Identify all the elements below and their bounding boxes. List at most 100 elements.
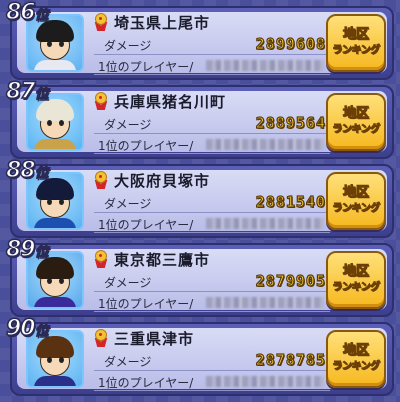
rank-number: 89位 (5, 237, 49, 263)
top-player-name-blurred (206, 297, 324, 308)
rank-number: 87位 (5, 79, 49, 105)
rank-value: 89 (5, 237, 36, 262)
top-player-label: 1位のプレイヤー/ (98, 139, 194, 153)
ranking-row-90: 90位 三重県津市 ダメージ 2878785 1位のプレイヤー/ 地区 ランキン… (5, 317, 394, 396)
avatar-eye (47, 199, 52, 205)
rank-value: 87 (5, 79, 36, 104)
ranking-row-89: 89位 東京都三鷹市 ダメージ 2879905 1位のプレイヤー/ 地区 ランキ… (5, 238, 394, 317)
area-ranking-button-line2: ランキング (332, 203, 381, 215)
row-content: 東京都三鷹市 ダメージ 2879905 1位のプレイヤー/ (94, 249, 330, 312)
area-ranking-button[interactable]: 地区 ランキング (326, 251, 386, 309)
avatar-shirt (34, 376, 76, 386)
damage-line: ダメージ 2899608 (94, 34, 330, 55)
row-content: 大阪府貝塚市 ダメージ 2881540 1位のプレイヤー/ (94, 170, 330, 233)
area-ranking-button[interactable]: 地区 ランキング (326, 93, 386, 151)
top-player-line: 1位のプレイヤー/ (94, 214, 330, 233)
area-ranking-button-line1: 地区 (342, 264, 369, 280)
top-player-name-blurred (206, 376, 324, 387)
top-player-label: 1位のプレイヤー/ (98, 218, 194, 232)
rank-suffix: 位 (34, 86, 49, 103)
damage-label: ダメージ (104, 197, 152, 211)
area-name: 三重県津市 (114, 329, 195, 348)
medal-icon (94, 171, 108, 189)
area-ranking-button-line2: ランキング (332, 124, 381, 136)
row-content: 三重県津市 ダメージ 2878785 1位のプレイヤー/ (94, 328, 330, 391)
area-title: 三重県津市 (94, 328, 194, 348)
medal-icon (94, 250, 108, 268)
top-player-line: 1位のプレイヤー/ (94, 293, 330, 312)
medal-icon (94, 13, 108, 31)
area-name: 兵庫県猪名川町 (114, 92, 227, 111)
damage-label: ダメージ (104, 276, 152, 290)
ranking-row-87: 87位 兵庫県猪名川町 ダメージ 2889564 1位のプレイヤー/ 地区 ラン… (5, 80, 394, 159)
damage-value: 2879905 (255, 271, 326, 290)
avatar-eye (59, 120, 64, 126)
area-ranking-button[interactable]: 地区 ランキング (326, 172, 386, 230)
ranking-row-88: 88位 大阪府貝塚市 ダメージ 2881540 1位のプレイヤー/ 地区 ランキ… (5, 159, 394, 238)
area-name: 埼玉県上尾市 (114, 13, 211, 32)
damage-line: ダメージ 2878785 (94, 350, 330, 371)
avatar-shirt (34, 60, 76, 70)
area-ranking-button-line1: 地区 (342, 185, 369, 201)
area-name: 大阪府貝塚市 (114, 171, 211, 190)
area-name: 東京都三鷹市 (114, 250, 211, 269)
rank-value: 90 (5, 316, 36, 341)
top-player-label: 1位のプレイヤー/ (98, 376, 194, 390)
damage-label: ダメージ (104, 355, 152, 369)
damage-value: 2899608 (255, 34, 326, 53)
avatar-eye (47, 41, 52, 47)
damage-line: ダメージ 2889564 (94, 113, 330, 134)
rank-number: 88位 (5, 158, 49, 184)
row-content: 兵庫県猪名川町 ダメージ 2889564 1位のプレイヤー/ (94, 91, 330, 154)
avatar-shirt (34, 218, 76, 228)
area-ranking-button[interactable]: 地区 ランキング (326, 330, 386, 388)
top-player-line: 1位のプレイヤー/ (94, 135, 330, 154)
avatar-eye (47, 120, 52, 126)
top-player-line: 1位のプレイヤー/ (94, 56, 330, 75)
top-player-line: 1位のプレイヤー/ (94, 372, 330, 391)
ranking-list: 86位 埼玉県上尾市 ダメージ 2899608 1位のプレイヤー/ 地区 ランキ… (0, 0, 400, 402)
top-player-name-blurred (206, 139, 324, 150)
area-ranking-button-line2: ランキング (332, 282, 381, 294)
damage-value: 2889564 (255, 113, 326, 132)
avatar-eye (47, 278, 52, 284)
rank-number: 86位 (5, 0, 49, 26)
area-ranking-button-line1: 地区 (342, 343, 369, 359)
avatar-eye (59, 278, 64, 284)
damage-line: ダメージ 2879905 (94, 271, 330, 292)
rank-suffix: 位 (34, 165, 49, 182)
area-ranking-button-line1: 地区 (342, 27, 369, 43)
row-content: 埼玉県上尾市 ダメージ 2899608 1位のプレイヤー/ (94, 12, 330, 75)
damage-label: ダメージ (104, 118, 152, 132)
damage-line: ダメージ 2881540 (94, 192, 330, 213)
damage-value: 2878785 (255, 350, 326, 369)
damage-label: ダメージ (104, 39, 152, 53)
avatar-eye (47, 357, 52, 363)
area-title: 大阪府貝塚市 (94, 170, 210, 190)
avatar-eye (59, 199, 64, 205)
avatar-shirt (34, 139, 76, 149)
area-ranking-button-line2: ランキング (332, 45, 381, 57)
medal-icon (94, 92, 108, 110)
medal-icon (94, 329, 108, 347)
top-player-name-blurred (206, 60, 324, 71)
avatar-eye (59, 41, 64, 47)
rank-value: 88 (5, 158, 36, 183)
rank-value: 86 (5, 0, 36, 25)
area-ranking-button-line2: ランキング (332, 361, 381, 373)
rank-suffix: 位 (34, 7, 49, 24)
area-title: 東京都三鷹市 (94, 249, 210, 269)
area-ranking-button-line1: 地区 (342, 106, 369, 122)
damage-value: 2881540 (255, 192, 326, 211)
top-player-label: 1位のプレイヤー/ (98, 297, 194, 311)
rank-suffix: 位 (34, 244, 49, 261)
rank-suffix: 位 (34, 323, 49, 340)
avatar-eye (59, 357, 64, 363)
rank-number: 90位 (5, 316, 49, 342)
top-player-name-blurred (206, 218, 324, 229)
area-title: 埼玉県上尾市 (94, 12, 210, 32)
area-title: 兵庫県猪名川町 (94, 91, 226, 111)
area-ranking-button[interactable]: 地区 ランキング (326, 14, 386, 72)
top-player-label: 1位のプレイヤー/ (98, 60, 194, 74)
ranking-row-86: 86位 埼玉県上尾市 ダメージ 2899608 1位のプレイヤー/ 地区 ランキ… (5, 1, 394, 80)
